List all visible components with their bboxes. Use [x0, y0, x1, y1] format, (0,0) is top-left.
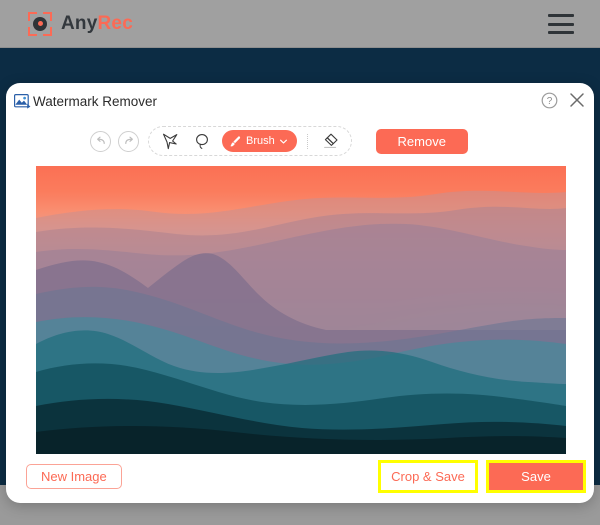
chevron-down-icon — [279, 139, 287, 144]
watermark-remover-dialog: Watermark Remover ? Brush Remove New Ima… — [6, 83, 594, 503]
freehand-lasso-icon[interactable] — [190, 130, 214, 152]
new-image-button[interactable]: New Image — [26, 464, 122, 489]
app-brand-name: AnyRec — [61, 14, 133, 33]
save-highlight: Save — [486, 460, 586, 493]
remove-button[interactable]: Remove — [375, 128, 468, 154]
hamburger-menu-icon[interactable] — [548, 14, 574, 34]
close-x-icon[interactable] — [568, 91, 586, 109]
dialog-window-actions: ? — [541, 91, 586, 109]
image-picture-icon — [14, 94, 31, 109]
photo-mountain-ridges — [36, 190, 566, 454]
brush-tool-button[interactable]: Brush — [222, 130, 297, 152]
undo-arrow-icon[interactable] — [90, 130, 111, 152]
undo-redo-group — [90, 130, 139, 152]
dialog-footer: New Image Crop & Save Save — [6, 455, 594, 503]
selection-tools-group: Brush — [148, 126, 352, 156]
brand-text-any: Any — [61, 13, 98, 34]
anyrec-logo-icon — [28, 11, 52, 36]
save-button[interactable]: Save — [489, 463, 583, 490]
app-topbar: AnyRec — [0, 0, 600, 48]
question-mark-circle-icon[interactable]: ? — [541, 92, 558, 109]
image-canvas[interactable] — [36, 166, 566, 454]
dialog-title: Watermark Remover — [33, 94, 158, 109]
brand-text-rec: Rec — [97, 13, 133, 34]
paintbrush-icon — [230, 135, 241, 146]
editor-toolbar: Brush Remove — [6, 121, 594, 161]
svg-text:?: ? — [547, 96, 553, 107]
crop-save-highlight: Crop & Save — [378, 460, 478, 493]
app-brand-logo: AnyRec — [28, 11, 133, 36]
dialog-title-bar: Watermark Remover ? — [6, 83, 594, 120]
eraser-icon[interactable] — [318, 130, 342, 152]
crop-and-save-button[interactable]: Crop & Save — [381, 463, 475, 490]
toolbar-divider — [306, 133, 308, 149]
app-window: AnyRec Watermark Remover ? Brush Remove … — [0, 0, 600, 525]
brush-tool-label: Brush — [246, 135, 275, 147]
polygon-lasso-icon[interactable] — [158, 130, 182, 152]
redo-arrow-icon[interactable] — [118, 130, 139, 152]
